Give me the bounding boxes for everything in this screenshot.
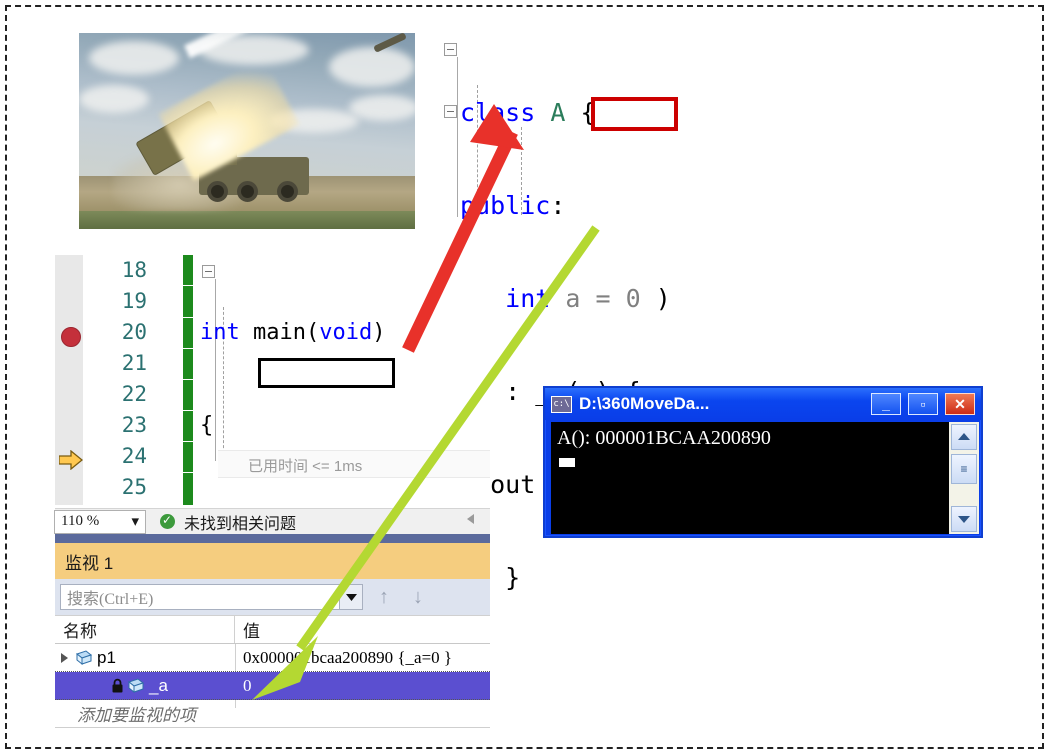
elapsed-time-label: 已用时间 <= 1ms <box>248 455 363 476</box>
column-header-value[interactable]: 值 <box>235 616 490 643</box>
line-number-gutter: 18 19 20 21 22 23 24 25 <box>85 255 147 503</box>
table-row[interactable]: p1 0x000001bcaa200890 {_a=0 } <box>55 644 490 672</box>
scrollbar-thumb[interactable]: ≡ <box>951 454 977 484</box>
lock-icon <box>111 678 124 693</box>
console-cursor <box>559 458 575 467</box>
breakpoint-marker[interactable] <box>61 327 81 347</box>
chevron-down-icon: ▾ <box>131 514 139 530</box>
line-number: 21 <box>121 351 147 375</box>
watch-row-value-cell[interactable]: 0x000001bcaa200890 {_a=0 } <box>235 648 490 668</box>
watch-variable-name: p1 <box>97 647 116 667</box>
console-scrollbar[interactable]: ≡ <box>949 422 979 534</box>
line-number: 24 <box>121 444 147 468</box>
minimize-button[interactable]: _ <box>871 393 901 415</box>
column-header-name[interactable]: 名称 <box>55 616 235 643</box>
code-line: class A { <box>460 98 596 127</box>
expander-triangle-icon[interactable] <box>61 652 68 663</box>
cloud-shape <box>329 47 415 87</box>
photo-wheel <box>237 181 258 202</box>
console-title-bar[interactable]: c:\ D:\360MoveDa... _ ▫ ✕ <box>545 388 981 420</box>
arrow-down-icon: ↓ <box>413 585 423 608</box>
zoom-level-value: 110 % <box>61 513 100 529</box>
console-output-area[interactable]: A(): 000001BCAA200890 ≡ <box>551 422 979 534</box>
line-number: 18 <box>121 258 147 282</box>
change-indicator-bar <box>183 255 193 505</box>
line-number: 19 <box>121 289 147 313</box>
maximize-button[interactable]: ▫ <box>908 393 938 415</box>
line-number: 25 <box>121 475 147 499</box>
editor-status-bar: 110 % ▾ 未找到相关问题 <box>54 508 490 534</box>
photo-wheel <box>207 181 228 202</box>
cloud-shape <box>89 41 179 75</box>
code-line: A( int a = 0 ) <box>460 284 671 313</box>
watch-toolbar: 搜索(Ctrl+E) ↑ ↓ <box>55 579 490 615</box>
current-statement-arrow-icon <box>58 449 84 471</box>
panel-divider <box>55 534 490 543</box>
search-previous-button[interactable]: ↑ <box>371 584 397 610</box>
add-watch-placeholder: 添加要监视的项 <box>77 706 196 725</box>
code-line: } <box>460 563 521 592</box>
param-default-highlight-box <box>591 97 678 131</box>
collapse-left-icon[interactable] <box>464 512 478 531</box>
cube-icon <box>73 649 93 666</box>
watch-table-header: 名称 值 <box>55 616 490 644</box>
search-placeholder: 搜索(Ctrl+E) <box>67 591 154 608</box>
placement-new-highlight-box <box>258 358 395 388</box>
watch-tab-label: 监视 1 <box>65 553 114 573</box>
watch-window-tab[interactable]: 监视 1 <box>55 543 490 579</box>
cube-icon <box>125 677 145 694</box>
status-message: 未找到相关问题 <box>184 515 297 533</box>
maximize-icon: ▫ <box>920 396 926 412</box>
console-title: D:\360MoveDa... <box>579 394 710 413</box>
no-issues-check-icon <box>160 512 175 529</box>
watch-row-name-cell[interactable]: p1 <box>55 648 235 668</box>
code-line: int main(void) <box>200 320 386 345</box>
close-button[interactable]: ✕ <box>945 393 975 415</box>
table-row[interactable]: _a 0 <box>55 672 490 700</box>
close-icon: ✕ <box>954 396 966 412</box>
watch-row-name-cell[interactable]: _a <box>55 676 235 696</box>
cloud-shape <box>349 95 415 121</box>
cloud-shape <box>79 85 149 113</box>
class-code-block[interactable]: class A { public: A( int a = 0 ) : _a(a)… <box>440 35 957 655</box>
minimize-icon: _ <box>882 396 890 412</box>
code-line: A* p1 = (A*)mall <box>200 503 452 505</box>
watch-table[interactable]: 名称 值 p1 0x000001bcaa200890 {_a=0 } _a 0 … <box>55 615 490 735</box>
photo-wheel <box>277 181 298 202</box>
thumb-grip-icon: ≡ <box>960 462 968 476</box>
console-window[interactable]: c:\ D:\360MoveDa... _ ▫ ✕ A(): 000001BCA… <box>543 386 983 538</box>
line-number: 22 <box>121 382 147 406</box>
search-next-button[interactable]: ↓ <box>405 584 431 610</box>
search-input[interactable]: 搜索(Ctrl+E) <box>60 584 340 610</box>
scroll-up-button[interactable] <box>951 424 977 450</box>
line-number: 23 <box>121 413 147 437</box>
search-dropdown-button[interactable] <box>340 584 363 610</box>
missile-launch-photo <box>79 33 415 229</box>
code-line: public: <box>460 191 566 220</box>
watch-row-value-cell[interactable]: 0 <box>235 676 490 696</box>
photo-grass <box>79 211 415 229</box>
zoom-level-dropdown[interactable]: 110 % ▾ <box>54 509 146 534</box>
cmd-icon: c:\ <box>551 395 572 413</box>
screenshot-root: class A { public: A( int a = 0 ) : _a(a)… <box>0 0 1049 754</box>
code-line: { <box>200 413 214 438</box>
console-output-text: A(): 000001BCAA200890 <box>557 427 771 449</box>
watch-variable-name: _a <box>149 675 168 695</box>
line-number: 20 <box>121 320 147 344</box>
scroll-down-button[interactable] <box>951 506 977 532</box>
add-watch-item-row[interactable]: 添加要监视的项 <box>55 700 490 728</box>
arrow-up-icon: ↑ <box>379 585 389 608</box>
